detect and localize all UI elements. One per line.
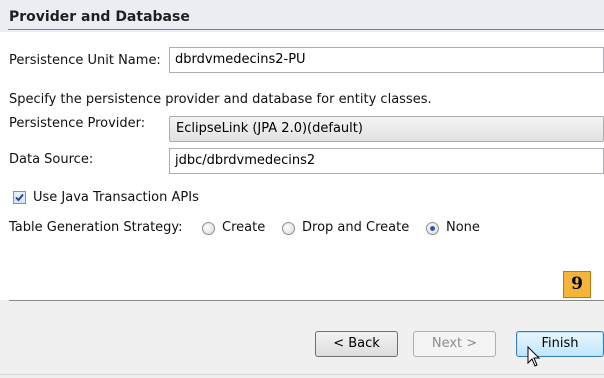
description-text: Specify the persistence provider and dat… <box>9 92 432 107</box>
page-title: Provider and Database <box>9 9 190 25</box>
persistence-provider-select[interactable]: EclipseLink (JPA 2.0)(default) <box>169 116 604 142</box>
checkmark-icon <box>15 193 24 202</box>
data-source-input[interactable]: jdbc/dbrdvmedecins2 <box>169 148 604 174</box>
jta-label: Use Java Transaction APIs <box>33 190 199 205</box>
jta-checkbox[interactable] <box>13 191 26 204</box>
panel-header: Provider and Database <box>0 0 604 32</box>
strategy-radio-create[interactable] <box>202 222 215 235</box>
persistence-unit-label: Persistence Unit Name: <box>9 53 161 68</box>
strategy-option-drop-and-create: Drop and Create <box>302 220 410 235</box>
data-source-label: Data Source: <box>9 152 94 167</box>
next-button[interactable]: Next > <box>413 331 496 357</box>
window-bottom-edge <box>0 374 604 375</box>
form-panel: Persistence Unit Name: dbrdvmedecins2-PU… <box>0 32 604 300</box>
strategy-radio-none[interactable] <box>426 222 439 235</box>
radio-selected-dot <box>430 226 435 231</box>
footer-divider <box>9 300 604 301</box>
persistence-unit-input[interactable]: dbrdvmedecins2-PU <box>169 47 604 73</box>
strategy-radio-drop-and-create[interactable] <box>282 222 295 235</box>
step-badge: 9 <box>563 271 591 298</box>
persistence-provider-label: Persistence Provider: <box>9 116 146 131</box>
strategy-option-none: None <box>446 220 480 235</box>
back-button[interactable]: < Back <box>315 331 398 357</box>
header-divider <box>8 29 604 30</box>
strategy-option-create: Create <box>222 220 266 235</box>
mouse-pointer-icon <box>527 346 541 367</box>
strategy-label: Table Generation Strategy: <box>9 220 183 235</box>
